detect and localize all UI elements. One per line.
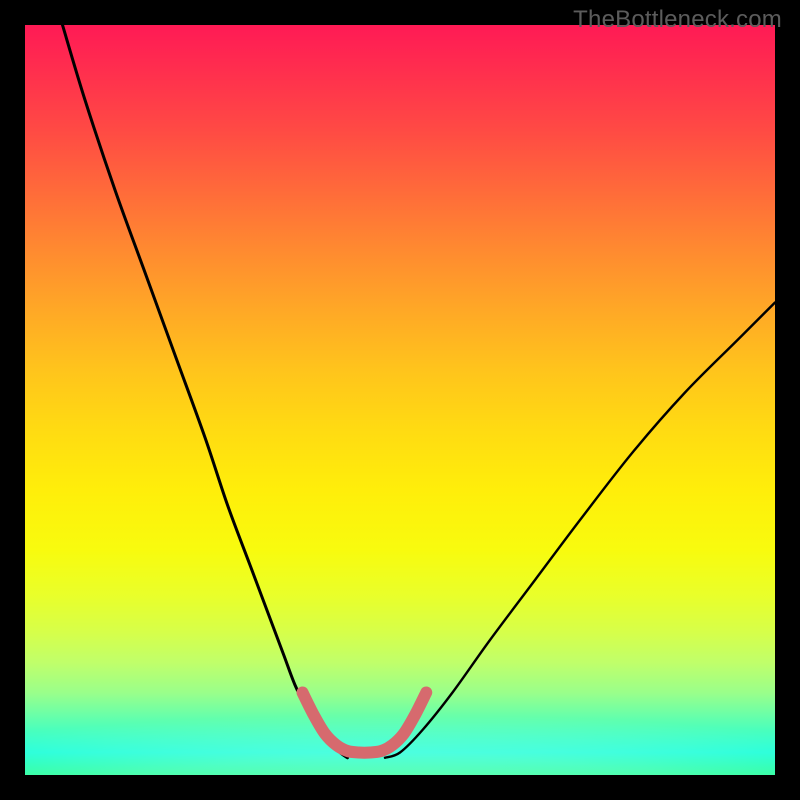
watermark-text: TheBottleneck.com: [573, 6, 782, 34]
plot-area: [25, 25, 775, 775]
min-bracket-marker: [303, 693, 427, 753]
curve-left-branch: [63, 25, 348, 758]
chart-frame: TheBottleneck.com: [0, 0, 800, 800]
curve-right-branch: [385, 303, 775, 758]
curve-layer: [25, 25, 775, 775]
